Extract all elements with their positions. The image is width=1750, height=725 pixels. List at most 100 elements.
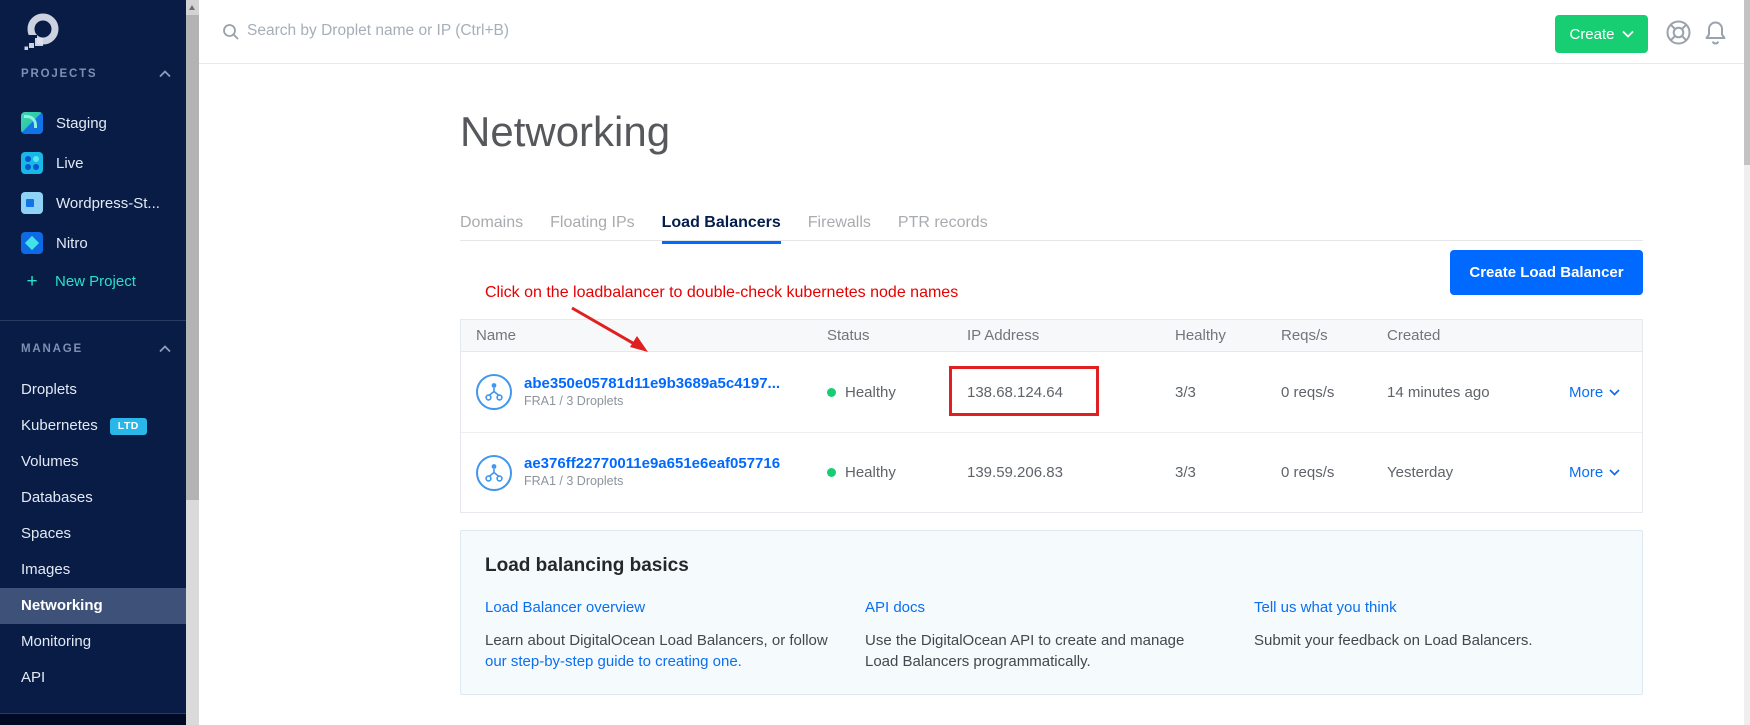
- ip-address-cell: 138.68.124.64: [952, 384, 1160, 401]
- help-icon[interactable]: [1665, 19, 1692, 46]
- notifications-bell-icon[interactable]: [1702, 19, 1729, 46]
- sidebar-item-kubernetes[interactable]: Kubernetes LTD: [0, 408, 186, 444]
- more-label: More: [1569, 384, 1603, 401]
- more-menu-button[interactable]: More: [1554, 384, 1642, 401]
- search-icon: [222, 23, 240, 46]
- manage-header-label: MANAGE: [21, 343, 83, 355]
- create-button-label: Create: [1569, 26, 1614, 43]
- chevron-up-icon[interactable]: [159, 70, 171, 78]
- healthy-status-dot: [827, 388, 836, 397]
- chevron-down-icon: [1622, 30, 1634, 38]
- scrollbar-thumb[interactable]: [1744, 0, 1750, 165]
- sidebar-project-live[interactable]: Live: [21, 151, 84, 175]
- table-row: ae376ff22770011e9a651e6eaf057716 FRA1 / …: [461, 432, 1642, 512]
- load-balancer-overview-link[interactable]: Load Balancer overview: [485, 599, 645, 616]
- sidebar-item-label: Databases: [21, 480, 93, 516]
- tabs-divider: [460, 240, 1643, 241]
- lb-name-cell: ae376ff22770011e9a651e6eaf057716 FRA1 / …: [461, 455, 812, 491]
- sidebar-project-nitro[interactable]: Nitro: [21, 231, 88, 255]
- create-load-balancer-button[interactable]: Create Load Balancer: [1450, 250, 1643, 295]
- sidebar-item-label: Monitoring: [21, 624, 91, 660]
- reqs-cell: 0 reqs/s: [1266, 464, 1372, 481]
- new-project-label: New Project: [55, 273, 136, 290]
- new-project-button[interactable]: + New Project: [21, 269, 136, 293]
- annotation-text: Click on the loadbalancer to double-chec…: [485, 284, 958, 302]
- sidebar-item-label: API: [21, 660, 45, 696]
- project-label: Live: [56, 155, 84, 172]
- page-title: Networking: [460, 108, 670, 156]
- projects-section-header: PROJECTS: [21, 68, 171, 80]
- sidebar-item-networking[interactable]: Networking: [0, 588, 186, 624]
- sidebar-item-api[interactable]: API: [0, 660, 186, 696]
- column-header-status: Status: [812, 327, 952, 344]
- project-label: Wordpress-St...: [56, 195, 160, 212]
- basics-column-api: API docs Use the DigitalOcean API to cre…: [865, 599, 1254, 672]
- sidebar-item-label: Spaces: [21, 516, 71, 552]
- project-nitro-icon: [21, 232, 43, 254]
- more-menu-button[interactable]: More: [1554, 464, 1642, 481]
- column-header-reqs: Reqs/s: [1266, 327, 1372, 344]
- load-balancer-table: Name Status IP Address Healthy Reqs/s Cr…: [460, 319, 1643, 513]
- sidebar-project-staging[interactable]: Staging: [21, 111, 107, 135]
- lb-meta: FRA1 / 3 Droplets: [524, 474, 623, 488]
- project-label: Staging: [56, 115, 107, 132]
- status-cell: Healthy: [812, 464, 952, 481]
- ip-address-cell: 139.59.206.83: [952, 464, 1160, 481]
- lb-name-link[interactable]: abe350e05781d11e9b3689a5c4197...: [524, 375, 780, 392]
- step-by-step-guide-link[interactable]: our step-by-step guide to creating one.: [485, 653, 742, 670]
- sidebar-item-label: Volumes: [21, 444, 79, 480]
- api-docs-link[interactable]: API docs: [865, 599, 925, 616]
- table-row: abe350e05781d11e9b3689a5c4197... FRA1 / …: [461, 352, 1642, 432]
- digitalocean-control-panel: PROJECTS Staging Live Wordpress-St... Ni…: [0, 0, 1750, 725]
- sidebar-item-spaces[interactable]: Spaces: [0, 516, 186, 552]
- window-scrollbar[interactable]: [1744, 0, 1750, 725]
- sidebar-bottom-strip: [0, 714, 186, 725]
- project-staging-icon: [21, 112, 43, 134]
- sidebar: PROJECTS Staging Live Wordpress-St... Ni…: [0, 0, 186, 725]
- sidebar-item-databases[interactable]: Databases: [0, 480, 186, 516]
- basics-column-overview: Load Balancer overview Learn about Digit…: [485, 599, 865, 672]
- projects-header-label: PROJECTS: [21, 68, 97, 80]
- basics-text: Use the DigitalOcean API to create and m…: [865, 632, 1184, 670]
- feedback-link[interactable]: Tell us what you think: [1254, 599, 1397, 616]
- sidebar-item-label: Kubernetes: [21, 408, 98, 444]
- status-label: Healthy: [845, 464, 896, 481]
- create-button[interactable]: Create: [1555, 15, 1648, 53]
- topbar: Create: [199, 0, 1744, 64]
- plus-icon: +: [21, 272, 43, 291]
- lb-name-cell: abe350e05781d11e9b3689a5c4197... FRA1 / …: [461, 374, 812, 410]
- basics-text: Learn about DigitalOcean Load Balancers,…: [485, 632, 828, 649]
- sidebar-item-monitoring[interactable]: Monitoring: [0, 624, 186, 660]
- sidebar-item-volumes[interactable]: Volumes: [0, 444, 186, 480]
- project-wordpress-icon: [21, 192, 43, 214]
- search-input[interactable]: [247, 0, 767, 62]
- sidebar-item-label: Images: [21, 552, 70, 588]
- scrollbar-up-arrow[interactable]: [186, 0, 199, 15]
- sidebar-item-label: Droplets: [21, 372, 77, 408]
- manage-section-header: MANAGE: [21, 343, 171, 355]
- sidebar-item-label: Networking: [21, 588, 103, 624]
- basics-column-feedback: Tell us what you think Submit your feedb…: [1254, 599, 1618, 672]
- load-balancer-icon: [476, 455, 512, 491]
- lb-meta: FRA1 / 3 Droplets: [524, 394, 623, 408]
- chevron-down-icon: [1609, 469, 1620, 476]
- sidebar-item-droplets[interactable]: Droplets: [0, 372, 186, 408]
- sidebar-item-images[interactable]: Images: [0, 552, 186, 588]
- status-cell: Healthy: [812, 384, 952, 401]
- scrollbar-thumb[interactable]: [186, 15, 199, 500]
- column-header-created: Created: [1372, 327, 1554, 344]
- digitalocean-logo-icon[interactable]: [22, 12, 62, 57]
- healthy-cell: 3/3: [1160, 384, 1266, 401]
- created-cell: 14 minutes ago: [1372, 384, 1554, 401]
- column-header-healthy: Healthy: [1160, 327, 1266, 344]
- project-live-icon: [21, 152, 43, 174]
- lb-name-link[interactable]: ae376ff22770011e9a651e6eaf057716: [524, 455, 780, 472]
- sidebar-scrollbar[interactable]: [186, 0, 199, 725]
- sidebar-project-wordpress[interactable]: Wordpress-St...: [21, 191, 160, 215]
- column-header-name: Name: [461, 327, 812, 344]
- chevron-up-icon[interactable]: [159, 345, 171, 353]
- healthy-status-dot: [827, 468, 836, 477]
- project-label: Nitro: [56, 235, 88, 252]
- reqs-cell: 0 reqs/s: [1266, 384, 1372, 401]
- basics-title: Load balancing basics: [485, 555, 1618, 577]
